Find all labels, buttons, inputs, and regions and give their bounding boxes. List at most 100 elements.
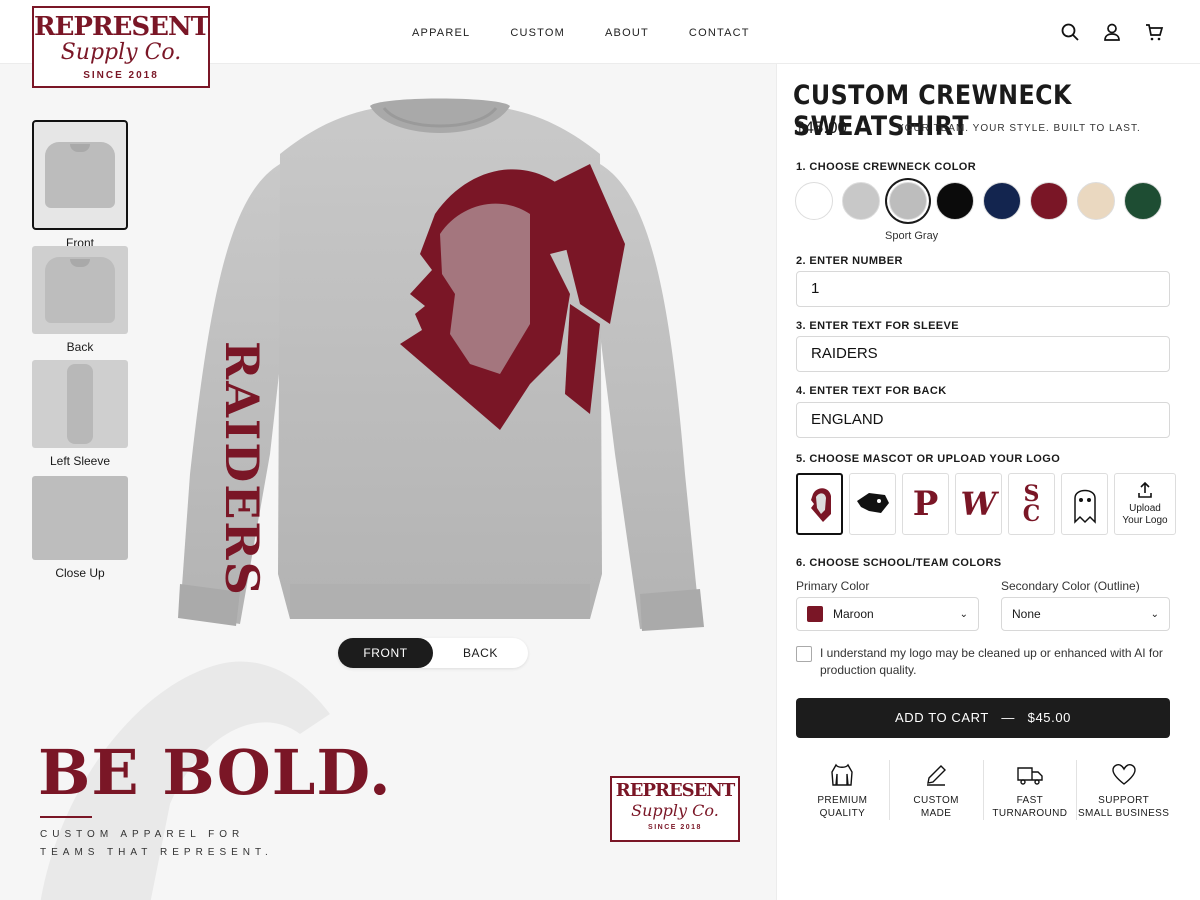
primary-color-select[interactable]: Maroon ⌄ [796, 597, 979, 631]
feature-line-1: PREMIUM [817, 795, 868, 806]
feature-badges: PREMIUM QUALITY CUSTOM MADE FAST TURNARO… [796, 760, 1170, 820]
cart-separator: — [1001, 710, 1015, 725]
promo-tagline-line-2: TEAMS THAT REPRESENT. [40, 847, 273, 858]
footer-brand-since: SINCE 2018 [648, 824, 702, 831]
truck-icon [1017, 767, 1043, 785]
secondary-color-select[interactable]: None ⌄ [1001, 597, 1170, 631]
feature-line-2: MADE [920, 808, 952, 819]
promo-headline: BE BOLD. [38, 736, 392, 809]
feature-line-2: TURNAROUND [992, 808, 1068, 819]
product-price: $45.00 [795, 118, 847, 137]
step-color-label: 1. CHOOSE CREWNECK COLOR [796, 161, 977, 173]
color-swatch[interactable] [1077, 182, 1115, 220]
sleeve-text-input[interactable]: RAIDERS [796, 336, 1170, 372]
color-swatch[interactable] [1030, 182, 1068, 220]
footer-brand-script: Supply Co. [631, 801, 719, 820]
thumb-close-up[interactable]: Close Up [32, 476, 128, 580]
color-swatch[interactable] [795, 182, 833, 220]
brand-logo[interactable]: REPRESENT Supply Co. SINCE 2018 [32, 6, 210, 88]
feature-support-small-business: SUPPORT SMALL BUSINESS [1077, 760, 1170, 820]
mascot-sc-option[interactable]: SC [1008, 473, 1055, 535]
heart-icon [1111, 764, 1136, 785]
nav-about[interactable]: ABOUT [605, 27, 649, 39]
step-team-colors-label: 6. CHOOSE SCHOOL/TEAM COLORS [796, 557, 1002, 569]
view-front-button[interactable]: FRONT [338, 638, 433, 668]
pencil-icon [927, 765, 947, 786]
user-icon[interactable] [1102, 22, 1122, 42]
thumb-left-sleeve[interactable]: Left Sleeve [32, 360, 128, 468]
add-to-cart-button[interactable]: ADD TO CART — $45.00 [796, 698, 1170, 738]
ghost-icon [1073, 489, 1096, 524]
feature-line-1: CUSTOM [913, 795, 959, 806]
feature-line-1: SUPPORT [1098, 795, 1150, 806]
color-swatch[interactable] [889, 182, 927, 220]
feature-line-2: QUALITY [819, 808, 866, 819]
upload-icon [1138, 481, 1152, 498]
color-swatch[interactable] [1124, 182, 1162, 220]
thumb-label: Close Up [55, 566, 105, 580]
color-swatch[interactable] [983, 182, 1021, 220]
product-gallery: Front Back Left Sleeve Close Up RAIDERS … [0, 64, 776, 900]
secondary-color-value: None [1012, 607, 1041, 621]
thumb-back-image [32, 246, 128, 334]
upload-logo-button[interactable]: Upload Your Logo [1114, 473, 1176, 535]
main-product-image: RAIDERS [170, 94, 710, 650]
color-swatch[interactable] [936, 182, 974, 220]
upload-label-line-2: Your Logo [1122, 515, 1168, 526]
view-back-button[interactable]: BACK [433, 638, 528, 668]
thumb-front-image [32, 120, 128, 230]
step-mascot-label: 5. CHOOSE MASCOT OR UPLOAD YOUR LOGO [796, 453, 1061, 465]
product-slogan: YOUR TEAM. YOUR STYLE. BUILT TO LAST. [897, 123, 1141, 134]
w-letter-icon: W [960, 485, 997, 523]
ai-consent-checkbox[interactable] [796, 646, 812, 662]
nav-contact[interactable]: CONTACT [689, 27, 750, 39]
cart-price: $45.00 [1027, 710, 1072, 725]
brand-wordmark: REPRESENT [34, 12, 210, 42]
cart-label: ADD TO CART [894, 710, 989, 725]
panther-icon [856, 493, 889, 513]
thumb-label: Left Sleeve [49, 454, 111, 468]
footer-brand-wordmark: REPRESENT [615, 780, 735, 801]
p-letter-icon: P [912, 484, 939, 524]
upload-label-line-1: Upload [1129, 503, 1161, 514]
thumb-back[interactable]: Back [32, 246, 128, 354]
primary-color-chip [807, 606, 823, 622]
mascot-ghost-option[interactable] [1061, 473, 1108, 535]
feature-line-2: SMALL BUSINESS [1077, 808, 1170, 819]
product-config-panel: CUSTOM CREWNECK SWEATSHIRT $45.00 YOUR T… [776, 64, 1200, 900]
chevron-down-icon: ⌄ [959, 608, 968, 620]
thumb-front[interactable]: Front [32, 120, 128, 250]
mascot-options: P W SC Upload Your Logo [796, 473, 1176, 535]
brand-script: Supply Co. [60, 40, 182, 65]
mascot-panther-option[interactable] [849, 473, 896, 535]
nav-apparel[interactable]: APPAREL [412, 27, 470, 39]
mascot-w-option[interactable]: W [955, 473, 1002, 535]
secondary-color-label: Secondary Color (Outline) [1001, 579, 1140, 593]
primary-color-label: Primary Color [796, 579, 870, 593]
mascot-p-option[interactable]: P [902, 473, 949, 535]
primary-color-value: Maroon [833, 607, 874, 621]
sleeve-print: RAIDERS [215, 341, 269, 597]
chief-icon [810, 488, 831, 522]
brand-since: SINCE 2018 [83, 70, 159, 81]
main-nav: APPAREL CUSTOM ABOUT CONTACT [412, 27, 790, 39]
selected-color-name: Sport Gray [885, 230, 939, 242]
number-input[interactable]: 1 [796, 271, 1170, 307]
thumb-closeup-image [32, 476, 128, 560]
color-swatches [795, 182, 1162, 220]
feature-line-1: FAST [1016, 795, 1044, 806]
thumb-sleeve-image [32, 360, 128, 448]
sc-letters-icon: SC [1022, 481, 1041, 527]
nav-custom[interactable]: CUSTOM [510, 27, 565, 39]
feature-fast-turnaround: FAST TURNAROUND [984, 760, 1078, 820]
feature-premium-quality: PREMIUM QUALITY [796, 760, 890, 820]
search-icon[interactable] [1060, 22, 1080, 42]
step-number-label: 2. ENTER NUMBER [796, 255, 903, 267]
color-swatch[interactable] [842, 182, 880, 220]
feature-custom-made: CUSTOM MADE [890, 760, 984, 820]
cart-icon[interactable] [1144, 22, 1164, 42]
back-text-input[interactable]: ENGLAND [796, 402, 1170, 438]
mascot-chief-option[interactable] [796, 473, 843, 535]
step-sleeve-label: 3. ENTER TEXT FOR SLEEVE [796, 320, 960, 332]
header-icons [1060, 22, 1164, 42]
